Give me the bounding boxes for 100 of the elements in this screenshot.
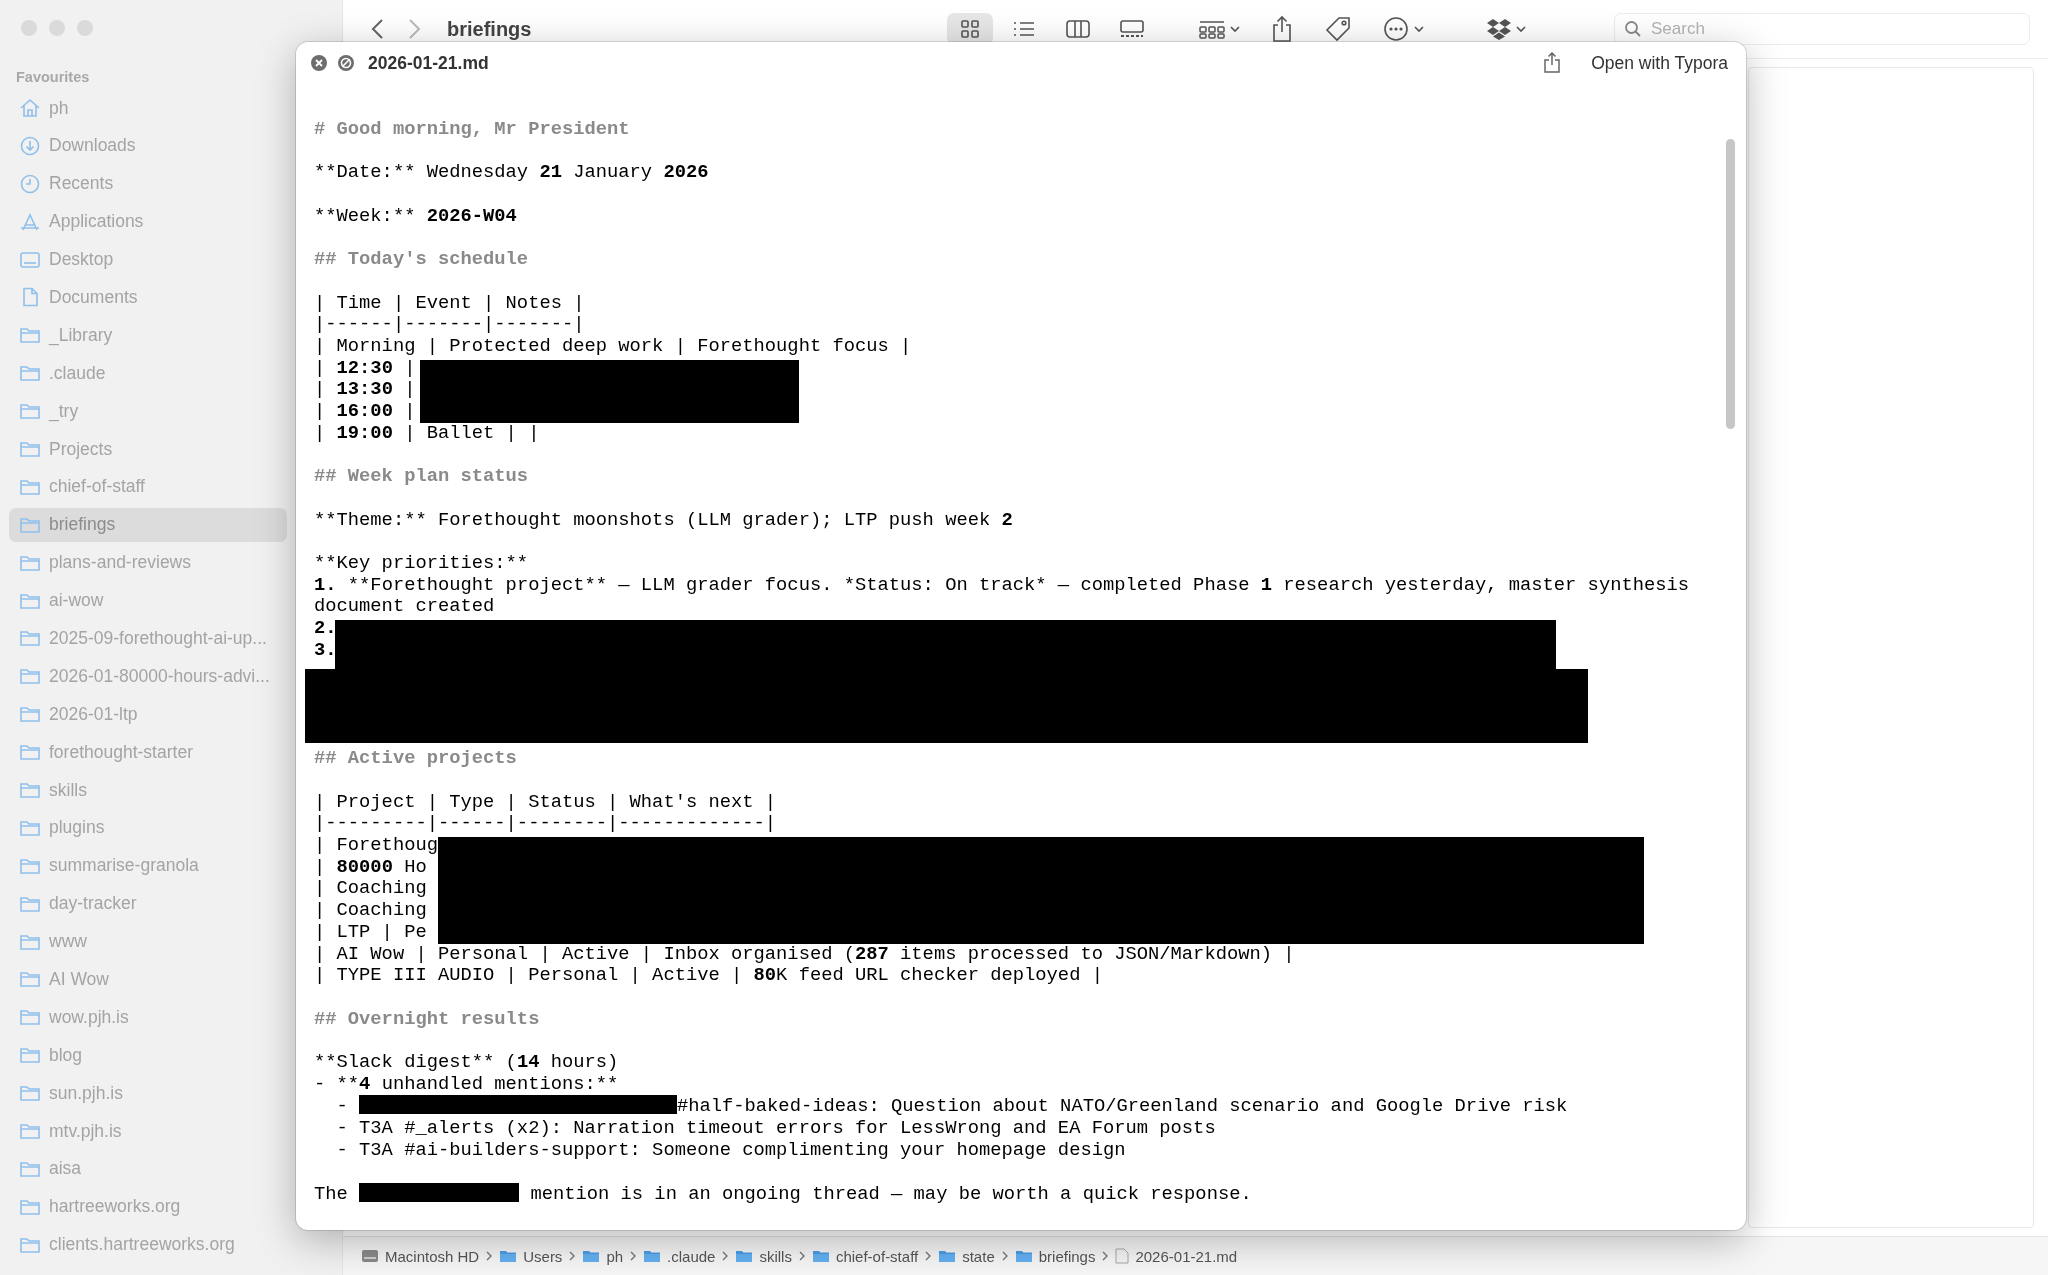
sidebar-item[interactable]: summarise-granola xyxy=(9,848,287,883)
sidebar-section-title: Favourites xyxy=(16,69,90,85)
document-line: document created xyxy=(314,596,495,619)
sidebar-item[interactable]: blog xyxy=(9,1038,287,1073)
sidebar-item[interactable]: Desktop xyxy=(9,242,287,277)
document-heading: ## Week plan status xyxy=(314,466,529,488)
sidebar-item[interactable]: aisa xyxy=(9,1151,287,1186)
path-item[interactable]: 2026-01-21.md xyxy=(1115,1247,1238,1265)
folder-icon xyxy=(19,666,41,687)
sidebar-item[interactable]: plugins xyxy=(9,810,287,845)
tag-button[interactable] xyxy=(1325,16,1351,42)
path-item[interactable]: chief-of-staff xyxy=(811,1247,919,1265)
chevron-icon xyxy=(1101,1249,1110,1262)
path-item[interactable]: briefings xyxy=(1014,1247,1096,1265)
document-line: 1. **Forethought project** — LLM grader focus. *Status: On track* — completed Phase 1 research yesterday, master synthesis xyxy=(314,574,1690,597)
sidebar-item[interactable]: Documents xyxy=(9,280,287,315)
sidebar-item[interactable]: 2025-09-forethought-ai-up... xyxy=(9,621,287,656)
folder-title: briefings xyxy=(447,17,533,41)
caret-icon xyxy=(1229,25,1241,33)
document-heading: ## Active projects xyxy=(314,748,517,770)
folder-icon xyxy=(811,1248,830,1264)
document-line: #half-baked-ideas: Question about NATO/Greenland scenario and Google Drive risk xyxy=(676,1096,1568,1119)
document-line: | Coaching xyxy=(314,878,427,901)
sidebar-item[interactable]: hartreeworks.org xyxy=(9,1189,287,1224)
markdown-file-icon xyxy=(1115,1248,1130,1264)
slashed-circle-icon[interactable] xyxy=(337,54,355,72)
caret-icon xyxy=(1413,25,1425,33)
house-icon xyxy=(19,98,41,118)
document-line: | Forethoug xyxy=(314,835,438,857)
sidebar-item[interactable]: chief-of-staff xyxy=(9,469,287,504)
folder-icon xyxy=(19,704,41,725)
sidebar-item[interactable]: plans-and-reviews xyxy=(9,545,287,580)
document-line: |------|-------|-------| xyxy=(314,314,585,336)
document-line: |---------|------|--------|-------------| xyxy=(314,813,777,836)
open-with-button[interactable]: Open with Typora xyxy=(1591,52,1728,74)
icon-view-button[interactable] xyxy=(947,13,993,45)
sidebar-item[interactable]: AI Wow xyxy=(9,962,287,997)
folder-icon xyxy=(19,628,41,649)
document-line: **Week:** 2026-W04 xyxy=(314,205,517,228)
path-item[interactable]: Macintosh HD xyxy=(361,1247,480,1265)
document-line: | 19:00 | Ballet | | xyxy=(314,422,540,445)
gallery-icon xyxy=(1119,20,1145,38)
document-line: | 16:00 | xyxy=(314,401,416,423)
path-item[interactable]: .claude xyxy=(643,1247,716,1265)
sidebar-item[interactable]: _Library xyxy=(9,318,287,353)
document-line: 3. xyxy=(314,639,337,662)
chevron-icon xyxy=(485,1249,494,1262)
sidebar-item[interactable]: Recents xyxy=(9,166,287,201)
sidebar-item[interactable]: Projects xyxy=(9,432,287,466)
document-line: | Morning | Protected deep work | Forethought focus | xyxy=(314,335,912,358)
sidebar-item[interactable]: Downloads xyxy=(9,128,287,163)
path-item[interactable]: state xyxy=(938,1247,995,1265)
folder-icon xyxy=(1014,1248,1033,1264)
chevron-icon xyxy=(721,1249,730,1262)
sidebar-item[interactable]: briefings xyxy=(9,507,287,542)
document-heading: ## Today's schedule xyxy=(314,249,529,271)
sidebar-item[interactable]: Applications xyxy=(9,204,287,239)
document-line: | Time | Event | Notes | xyxy=(314,292,585,315)
sidebar-item[interactable]: 2026-01-80000-hours-advi... xyxy=(9,659,287,694)
sidebar-item[interactable]: forethought-starter xyxy=(9,735,287,770)
document-line: **Date:** Wednesday 21 January 2026 xyxy=(314,162,709,185)
folder-icon xyxy=(582,1248,601,1264)
sidebar-item[interactable]: www xyxy=(9,924,287,959)
back-button[interactable] xyxy=(371,18,385,40)
folder-icon xyxy=(19,1007,41,1028)
sidebar-item[interactable]: ph xyxy=(9,91,287,125)
folder-icon xyxy=(19,325,41,346)
scrollbar-thumb[interactable] xyxy=(1726,139,1735,429)
sidebar-item[interactable]: _try xyxy=(9,394,287,429)
sidebar-item[interactable]: ai-wow xyxy=(9,583,287,618)
close-icon[interactable] xyxy=(310,54,328,72)
share-button[interactable] xyxy=(1543,52,1562,74)
sidebar-item[interactable]: mtv.pjh.is xyxy=(9,1114,287,1149)
document-line: 2. xyxy=(314,618,337,640)
chevron-icon xyxy=(629,1249,638,1262)
folder-icon xyxy=(19,742,41,763)
clock-icon xyxy=(19,173,41,194)
sidebar-item[interactable]: day-tracker xyxy=(9,886,287,921)
path-item[interactable]: skills xyxy=(735,1247,792,1265)
sidebar-item[interactable]: clients.hartreeworks.org xyxy=(9,1227,287,1262)
download-icon xyxy=(19,135,41,156)
list-icon xyxy=(1013,21,1035,37)
sidebar-item[interactable]: sun.pjh.is xyxy=(9,1076,287,1111)
path-item[interactable]: Users xyxy=(499,1247,563,1265)
search-field[interactable]: Search xyxy=(1614,13,2030,45)
share-button[interactable] xyxy=(1271,15,1293,43)
folder-icon xyxy=(19,363,41,384)
folder-icon xyxy=(19,780,41,801)
folder-icon xyxy=(19,1045,41,1066)
sidebar-item[interactable]: wow.pjh.is xyxy=(9,1000,287,1035)
path-item[interactable]: ph xyxy=(582,1247,624,1265)
caret-icon xyxy=(1515,25,1527,33)
document-line: - **4 unhandled mentions:** xyxy=(314,1073,619,1096)
sidebar-item[interactable]: skills xyxy=(9,773,287,808)
chevron-icon xyxy=(1000,1249,1009,1262)
document-line: **Slack digest** (14 hours) xyxy=(314,1052,619,1074)
sidebar-item[interactable]: 2026-01-ltp xyxy=(9,697,287,732)
chevron-icon xyxy=(797,1249,806,1262)
document-line: - T3A #ai-builders-support: Someone complimenting your homepage design xyxy=(335,1139,1126,1162)
sidebar-item[interactable]: .claude xyxy=(9,356,287,391)
